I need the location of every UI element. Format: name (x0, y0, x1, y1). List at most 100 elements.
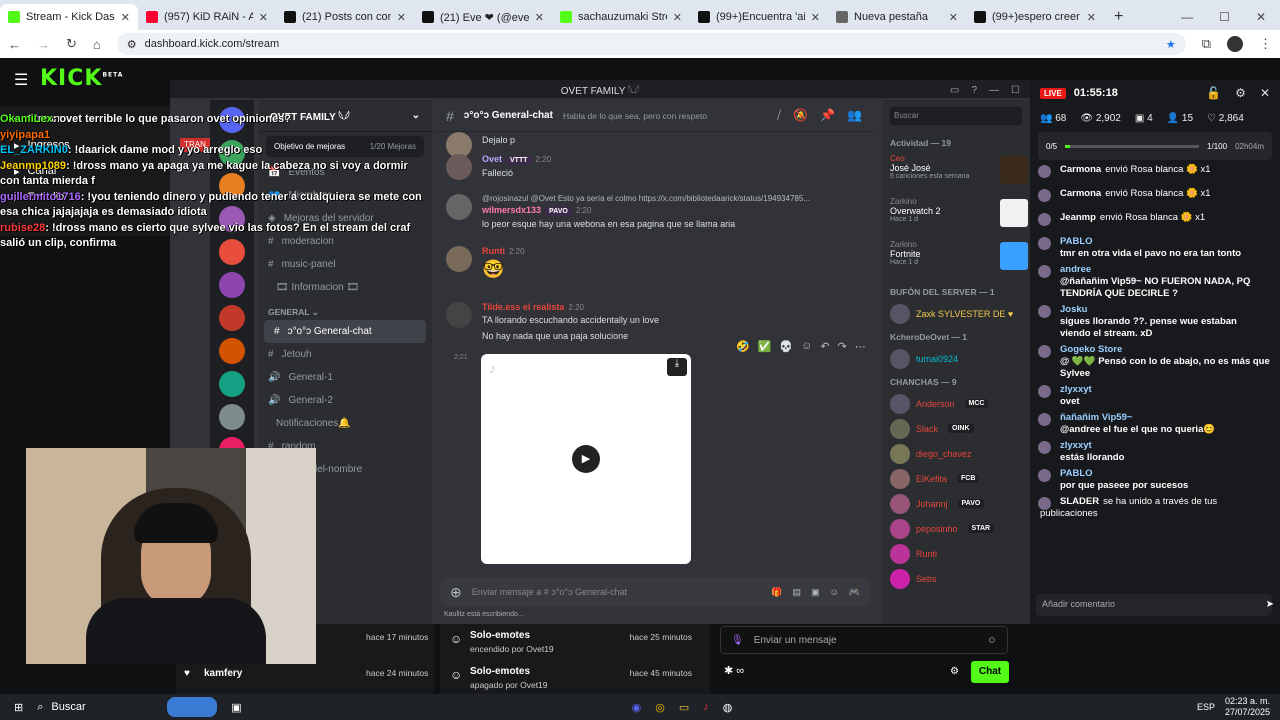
chat-avatar[interactable] (1038, 265, 1051, 278)
member-item[interactable]: Slack OINK (882, 416, 1030, 441)
minimize-icon[interactable]: — (989, 85, 999, 96)
chat-username[interactable]: Jeanmp (1060, 212, 1096, 223)
maximize-icon[interactable]: ☐ (1011, 85, 1020, 96)
chat-avatar[interactable] (1038, 189, 1051, 202)
emoji-icon[interactable]: ☺ (830, 587, 839, 598)
windows-start-icon[interactable]: ⊞ (0, 701, 37, 714)
tab-close-icon[interactable]: ✕ (949, 11, 958, 24)
channel-item[interactable]: Notificaciones🔔 (258, 412, 432, 435)
chat-avatar[interactable] (1038, 213, 1051, 226)
member-item[interactable]: peposinho STAR (882, 516, 1030, 541)
chat-username[interactable]: PABLO (1060, 236, 1270, 248)
member-item[interactable]: Johannj PAVO (882, 491, 1030, 516)
sticker-icon[interactable]: ▣ (811, 587, 820, 598)
language-indicator[interactable]: ESP (1197, 702, 1215, 712)
extensions-icon[interactable]: ⧉ (1202, 36, 1211, 52)
channel-item[interactable]: 🔊 General-1 (258, 366, 432, 389)
channel-item[interactable]: 🎞 Informacion 🎞 (258, 276, 432, 299)
maximize-window-icon[interactable]: ☐ (1219, 10, 1230, 24)
task-view-icon[interactable]: ▣ (231, 701, 241, 714)
server-icon[interactable] (219, 305, 245, 331)
tab-close-icon[interactable]: ✕ (535, 11, 544, 24)
hamburger-menu-icon[interactable]: ☰ (14, 70, 28, 90)
close-window-icon[interactable]: ✕ (1256, 10, 1266, 24)
add-reaction-icon[interactable]: ☺ (801, 340, 812, 353)
member-item[interactable]: ElKefita FCB (882, 466, 1030, 491)
gift-icon[interactable]: 🎁 (771, 587, 782, 598)
obs-taskbar-icon[interactable]: ◍ (723, 701, 733, 714)
tiktok-taskbar-icon[interactable]: ♪ (703, 701, 709, 714)
server-icon[interactable] (219, 272, 245, 298)
check-icon[interactable]: ✅ (758, 340, 772, 353)
chat-username[interactable]: zlyxxyt (1060, 440, 1270, 452)
chat-button[interactable]: Chat (971, 661, 1009, 683)
browser-tab[interactable]: Stream - Kick Dashboard ✕ (0, 4, 138, 30)
new-tab-icon[interactable]: + (1104, 8, 1133, 30)
reply-icon[interactable]: ↶ (820, 340, 829, 353)
server-icon[interactable] (219, 338, 245, 364)
server-icon[interactable] (219, 371, 245, 397)
tab-close-icon[interactable]: ✕ (397, 11, 406, 24)
browser-tab[interactable]: (21) Eve ❤ (@evegames... ✕ (414, 4, 552, 30)
help-icon[interactable]: ? (971, 85, 977, 96)
emoji-icon[interactable]: ☺ (987, 635, 997, 646)
chat-username[interactable]: SLADER (1060, 496, 1099, 507)
chat-username[interactable]: PABLO (1060, 468, 1270, 480)
threads-icon[interactable]: ⧸ (777, 108, 781, 123)
forward-icon[interactable]: ↷ (838, 340, 847, 353)
notifications-icon[interactable]: 🔕 (793, 108, 808, 123)
file-explorer-icon[interactable]: ▭ (679, 701, 689, 714)
site-info-icon[interactable]: ⚙ (127, 38, 137, 51)
skull-icon[interactable]: 💀 (779, 340, 793, 353)
user-avatar[interactable] (446, 154, 472, 180)
close-icon[interactable]: ✕ (1260, 86, 1270, 100)
send-icon[interactable]: ➤ (1266, 599, 1274, 610)
chat-username[interactable]: Josku (1060, 304, 1270, 316)
play-button-icon[interactable]: ▶ (572, 445, 600, 473)
members-icon[interactable]: 👥 (847, 108, 862, 123)
tab-close-icon[interactable]: ✕ (121, 11, 130, 24)
member-item[interactable]: Anderson MCC (882, 391, 1030, 416)
member-item[interactable]: Sebs (882, 566, 1030, 591)
channel-item[interactable]: # music-panel (258, 253, 432, 276)
tab-close-icon[interactable]: ✕ (811, 11, 820, 24)
chat-username[interactable]: Gogeko Store (1060, 344, 1270, 356)
member-item[interactable]: Runti (882, 541, 1030, 566)
lock-icon[interactable]: 🔓 (1206, 86, 1221, 100)
clock[interactable]: 02:23 a. m. 27/07/2025 (1225, 696, 1270, 718)
more-icon[interactable]: ⋯ (855, 340, 866, 353)
bookmark-star-icon[interactable]: ★ (1166, 38, 1176, 51)
activity-card[interactable]: Zarkino Fortnite Hace 1 d (882, 238, 1030, 281)
inbox-icon[interactable]: ▭ (950, 85, 959, 96)
username[interactable]: Ovet (482, 154, 502, 164)
chat-username[interactable]: ñañañim Vip59~ (1060, 412, 1270, 424)
tiktok-video-embed[interactable]: ♪ ⤓ ▶ (481, 354, 691, 564)
reaction-icon[interactable]: 🤣 (736, 340, 750, 353)
member-item[interactable]: Zaxk SYLVESTER DE ♥ (882, 301, 1030, 326)
taskbar-search[interactable]: ⌕ Buscar (37, 701, 167, 714)
add-comment-input[interactable]: Añadir comentario (1036, 594, 1272, 616)
home-icon[interactable]: ⌂ (93, 37, 101, 52)
browser-tab[interactable]: (957) KiD RAiN - Accidentally... ✕ (138, 4, 276, 30)
chat-avatar[interactable] (1038, 413, 1051, 426)
chat-avatar[interactable] (1038, 165, 1051, 178)
settings-icon[interactable]: ⚙ (1235, 86, 1246, 100)
pin-icon[interactable]: 📌 (820, 108, 835, 123)
activity-card[interactable]: Zarkino Overwatch 2 Hace 1 d (882, 195, 1030, 238)
menu-icon[interactable]: ⋮ (1259, 36, 1272, 52)
channel-item[interactable]: 🔊 General-2 (258, 389, 432, 412)
username[interactable]: Runti (482, 246, 505, 256)
forward-icon[interactable]: → (37, 37, 50, 52)
chat-username[interactable]: Carmona (1060, 188, 1101, 199)
chat-avatar[interactable] (1038, 385, 1051, 398)
username[interactable]: wilmersdx133 (482, 205, 541, 215)
taskbar-widget-image[interactable] (167, 697, 218, 717)
browser-tab[interactable]: (99+)espero creer sea de... ✕ (966, 4, 1104, 30)
chat-username[interactable]: andree (1060, 264, 1270, 276)
user-avatar[interactable] (446, 302, 472, 328)
user-avatar[interactable] (446, 194, 472, 220)
browser-tab[interactable]: (99+)Encuentra 'airita' en ... ✕ (690, 4, 828, 30)
back-icon[interactable]: ← (8, 37, 21, 52)
apps-icon[interactable]: 🎮 (849, 587, 860, 598)
kick-send-message-input[interactable]: 🎙 Enviar un mensaje ☺ (720, 626, 1008, 654)
